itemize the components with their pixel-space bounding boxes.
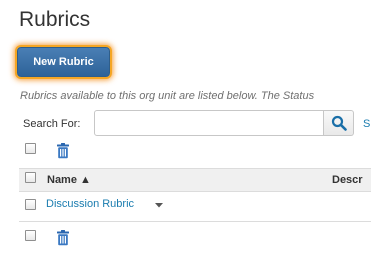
- select-all-checkbox-header[interactable]: [25, 172, 36, 183]
- search-label: Search For:: [23, 118, 81, 130]
- trash-icon[interactable]: [56, 230, 70, 246]
- select-all-checkbox-top[interactable]: [25, 143, 36, 154]
- trash-icon[interactable]: [56, 143, 70, 159]
- new-rubric-button[interactable]: New Rubric: [17, 47, 110, 77]
- page-title: Rubrics: [19, 8, 91, 31]
- rubric-link-discussion-rubric[interactable]: Discussion Rubric: [46, 198, 134, 210]
- search-icon: [331, 115, 347, 131]
- column-header-description: Descr: [332, 174, 363, 186]
- column-header-name[interactable]: Name ▲: [47, 174, 91, 186]
- chevron-down-icon[interactable]: [151, 198, 167, 212]
- show-search-options-link[interactable]: S: [363, 118, 370, 130]
- row-divider: [19, 221, 371, 222]
- page-description: Rubrics available to this org unit are l…: [20, 90, 315, 102]
- select-all-checkbox-bottom[interactable]: [25, 230, 36, 241]
- search-button[interactable]: [324, 110, 354, 136]
- row-checkbox[interactable]: [25, 199, 36, 210]
- search-input[interactable]: [94, 110, 324, 136]
